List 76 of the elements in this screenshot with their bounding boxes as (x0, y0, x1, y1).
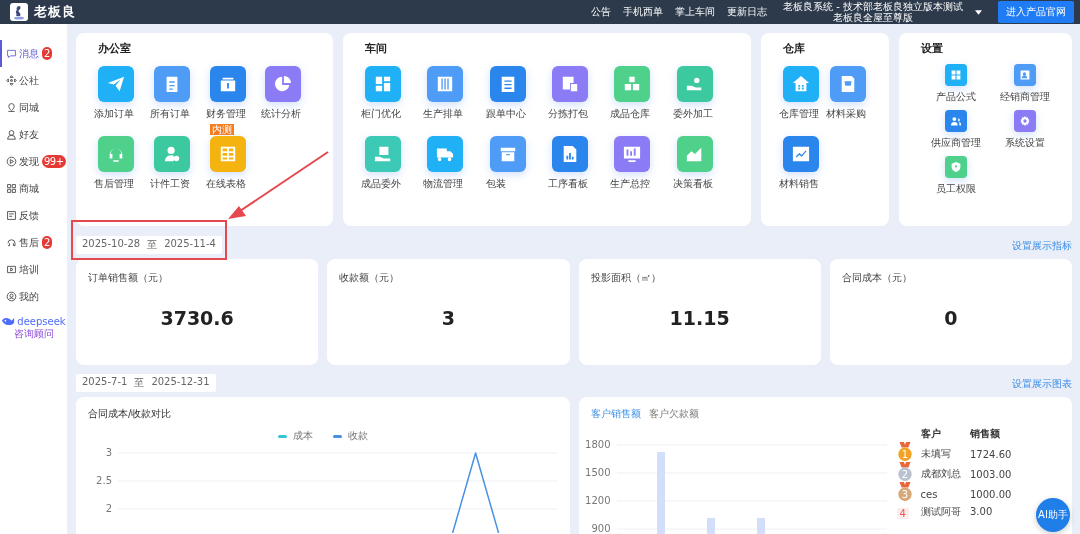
date-range-field[interactable]: 2025-7-1 至 2025-12-31 (76, 374, 216, 392)
count-badge: 2 (42, 47, 52, 60)
table-cell-text: 1724.60 (970, 448, 1013, 460)
metric-label: 投影面积（㎡） (590, 271, 661, 285)
metric-value: 3730.6 (160, 307, 234, 329)
column-header: 销售额 (970, 427, 1001, 441)
metric-label: 合同成本（元） (841, 271, 912, 285)
grid-icon (6, 183, 17, 194)
user-icon (6, 129, 17, 140)
sidebar-item[interactable]: 我的 (0, 283, 67, 310)
section-title: 办公室 (98, 41, 132, 56)
app-name: 老板良 (34, 3, 76, 21)
chat-icon (6, 48, 17, 59)
account-name: 老板良系统 - 技术部老板良独立版本测试 (783, 1, 963, 12)
axis-label: 2 (105, 503, 112, 515)
metric-label: 订单销售额（元） (88, 271, 168, 285)
sidebar-item[interactable]: 商城 (0, 175, 67, 202)
chart-title: 合同成本/收款对比 (88, 407, 172, 421)
metric-value: 0 (944, 307, 958, 329)
count-badge: 99+ (42, 155, 66, 168)
nav-link[interactable]: 更新日志 (727, 5, 768, 19)
table-cell-text: 未填写 (920, 447, 952, 461)
section-title: 车间 (365, 41, 388, 56)
table-cell-text: 3.00 (970, 506, 994, 517)
account-name: 老板良全屋至尊版 (833, 12, 913, 23)
table-cell-text: 测试阿哥 (920, 504, 962, 519)
axis-label: 1800 (585, 439, 611, 451)
shortcut-button[interactable]: 供应商管理 (921, 110, 991, 150)
video-icon (6, 264, 17, 275)
headset-icon (6, 237, 17, 248)
rank-number: 4 (896, 508, 909, 519)
note-icon (6, 210, 17, 221)
section-title: 仓库 (783, 41, 806, 56)
sidebar-item[interactable]: 好友 (0, 121, 67, 148)
shortcut-button[interactable]: 系统设置 (990, 110, 1060, 150)
chart-tab[interactable]: 客户销售额 (590, 407, 641, 421)
table-cell-text: 1003.00 (970, 468, 1013, 480)
location-icon (6, 102, 17, 113)
sidebar-item[interactable]: 消息 2 (0, 40, 67, 67)
count-badge: 2 (42, 236, 52, 249)
nav-link[interactable]: 公告 (591, 5, 612, 19)
sidebar-item[interactable]: 售后 2 (0, 229, 67, 256)
date-range-field[interactable]: 2025-10-28 至 2025-11-4 (76, 235, 222, 254)
sidebar-item[interactable]: 发现 99+ (0, 148, 67, 175)
table-cell-text: ces (920, 488, 939, 500)
column-header: 客户 (920, 427, 942, 441)
logo-icon (10, 3, 28, 21)
sidebar-item[interactable]: 培训 (0, 256, 67, 283)
axis-label: 1200 (585, 495, 611, 507)
shortcut-button[interactable]: 经销商管理 (990, 64, 1060, 104)
axis-label: 1500 (585, 467, 611, 479)
move-icon (6, 75, 17, 86)
axis-label: 2.5 (96, 475, 112, 487)
website-button[interactable]: 进入产品官网 (998, 1, 1074, 23)
sidebar-item[interactable]: 公社 (0, 67, 67, 94)
nav-link[interactable]: 掌上车间 (675, 5, 716, 19)
sidebar-item[interactable]: 同城 (0, 94, 67, 121)
deepseek-label[interactable]: deepseek (17, 316, 66, 327)
legend-label: 成本 (292, 429, 313, 443)
table-cell-text: 1000.00 (970, 488, 1013, 500)
metric-value: 3 (441, 307, 455, 329)
beta-badge: 内测 (209, 124, 234, 135)
axis-label: 900 (591, 523, 611, 534)
sidebar-item[interactable]: 反馈 (0, 202, 67, 229)
axis-label: 3 (105, 447, 112, 459)
shortcut-button[interactable]: 员工权限 (921, 156, 991, 196)
consultant-link[interactable]: 咨询顾问 (13, 327, 54, 341)
nav-link[interactable]: 手机西单 (623, 5, 664, 19)
caret-icon[interactable] (975, 9, 982, 15)
chart-tab[interactable]: 客户欠款额 (648, 407, 699, 421)
section-title: 设置 (921, 41, 944, 56)
legend-label: 收款 (347, 429, 368, 443)
metric-label: 收款额（元） (339, 271, 400, 285)
metric-value: 11.15 (669, 307, 730, 329)
table-cell-text: 成都刘总 (920, 467, 962, 481)
shortcut-button[interactable]: 产品公式 (921, 64, 991, 104)
